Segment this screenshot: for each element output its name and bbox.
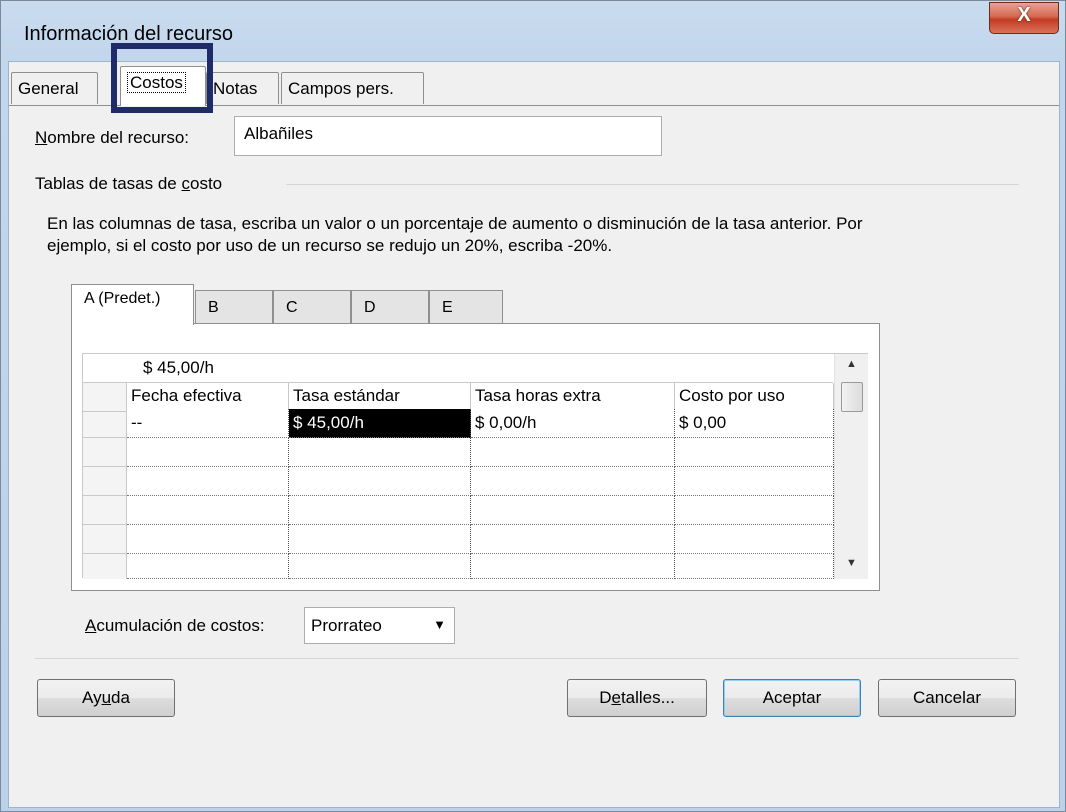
table-cell[interactable] [127, 467, 289, 496]
row-header[interactable] [83, 467, 127, 496]
cell-fecha-efectiva[interactable]: -- [127, 409, 289, 438]
row-header[interactable] [83, 525, 127, 554]
table-cell[interactable] [127, 496, 289, 525]
cost-accrual-label: Acumulación de costos: [85, 616, 265, 635]
rate-grid[interactable]: $ 45,00/h Fecha efectiva Tasa estándar T… [82, 353, 868, 579]
cell-tasa-estandar-selected[interactable]: $ 45,00/h [289, 409, 471, 438]
rate-tab-b-label: B [208, 299, 219, 316]
grid-vertical-scrollbar[interactable]: ▲ ▼ [834, 354, 868, 579]
rate-tab-c-label: C [286, 299, 298, 316]
rate-tab-e-label: E [442, 299, 453, 316]
col-header-tasa-horas-extra[interactable]: Tasa horas extra [471, 383, 675, 409]
ok-button-label: Aceptar [762, 688, 822, 707]
rate-tab-b[interactable]: B [195, 290, 273, 324]
cell-tasa-horas-extra[interactable]: $ 0,00/h [471, 409, 675, 438]
table-cell[interactable] [471, 554, 675, 579]
tab-campos-pers[interactable]: Campos pers. [281, 72, 424, 104]
help-button[interactable]: Ayuda [37, 679, 175, 717]
row-header[interactable] [83, 438, 127, 467]
col-header-costo-por-uso[interactable]: Costo por uso [675, 383, 834, 409]
grid-entry-bar[interactable]: $ 45,00/h [83, 354, 833, 383]
close-icon: X [1017, 4, 1031, 26]
table-cell[interactable] [289, 496, 471, 525]
row-header[interactable] [83, 409, 127, 438]
resource-name-value: Albañiles [244, 124, 313, 143]
table-cell[interactable] [471, 525, 675, 554]
tab-general[interactable]: General [11, 72, 98, 104]
footer-divider [35, 658, 1019, 659]
cancel-button-label: Cancelar [912, 688, 982, 707]
rate-table-panel: $ 45,00/h Fecha efectiva Tasa estándar T… [71, 323, 880, 591]
instructions-text: En las columnas de tasa, escriba un valo… [47, 214, 863, 255]
table-cell[interactable] [289, 525, 471, 554]
tab-notas[interactable]: Notas [206, 72, 279, 104]
cost-accrual-value: Prorrateo [311, 616, 382, 635]
grid-entry-value: $ 45,00/h [143, 358, 214, 377]
table-cell[interactable] [675, 438, 834, 467]
resource-name-label: Nombre del recurso: [35, 128, 190, 147]
table-cell[interactable] [289, 554, 471, 579]
tab-notas-label: Notas [213, 79, 258, 98]
annotation-highlight-box [111, 43, 213, 113]
resource-name-field[interactable]: Albañiles [234, 116, 662, 156]
tab-campos-pers-label: Campos pers. [288, 79, 394, 98]
scroll-down-arrow-icon[interactable]: ▼ [835, 557, 868, 579]
row-header-column [83, 383, 127, 579]
chevron-down-icon: ▼ [433, 617, 446, 632]
cell-costo-por-uso[interactable]: $ 0,00 [675, 409, 834, 438]
dialog-window: Información del recurso X General Costos… [0, 0, 1066, 812]
group-divider [286, 184, 1019, 185]
details-button[interactable]: Detalles... [567, 679, 707, 717]
table-cell[interactable] [471, 438, 675, 467]
table-cell[interactable] [675, 467, 834, 496]
close-button[interactable]: X [989, 2, 1059, 34]
rate-tab-e[interactable]: E [429, 290, 503, 324]
cost-rate-tables-label: Tablas de tasas de costo [35, 174, 223, 193]
table-cell[interactable] [675, 496, 834, 525]
col-header-tasa-estandar[interactable]: Tasa estándar [289, 383, 471, 409]
row-header[interactable] [83, 496, 127, 525]
dialog-client: General Costos Notas Campos pers. Nombre… [8, 43, 1060, 808]
scroll-up-arrow-icon[interactable]: ▲ [835, 358, 868, 380]
scroll-thumb[interactable] [841, 382, 863, 412]
rate-tab-d-label: D [364, 299, 376, 316]
table-cell[interactable] [675, 525, 834, 554]
table-cell[interactable] [289, 438, 471, 467]
rate-tab-a-label: A (Predet.) [84, 290, 161, 307]
row-header[interactable] [83, 383, 127, 412]
cost-accrual-dropdown[interactable]: Prorrateo ▼ [304, 607, 455, 644]
rate-tab-c[interactable]: C [273, 290, 351, 324]
cancel-button[interactable]: Cancelar [878, 679, 1016, 717]
col-header-fecha-efectiva[interactable]: Fecha efectiva [127, 383, 289, 409]
table-cell[interactable] [675, 554, 834, 579]
rate-tab-d[interactable]: D [351, 290, 429, 324]
rate-tab-a[interactable]: A (Predet.) [71, 284, 194, 325]
table-cell[interactable] [127, 554, 289, 579]
table-cell[interactable] [471, 467, 675, 496]
ok-button[interactable]: Aceptar [723, 679, 861, 717]
table-cell[interactable] [471, 496, 675, 525]
table-cell[interactable] [289, 467, 471, 496]
table-cell[interactable] [127, 525, 289, 554]
table-cell[interactable] [127, 438, 289, 467]
tab-general-label: General [18, 79, 79, 98]
